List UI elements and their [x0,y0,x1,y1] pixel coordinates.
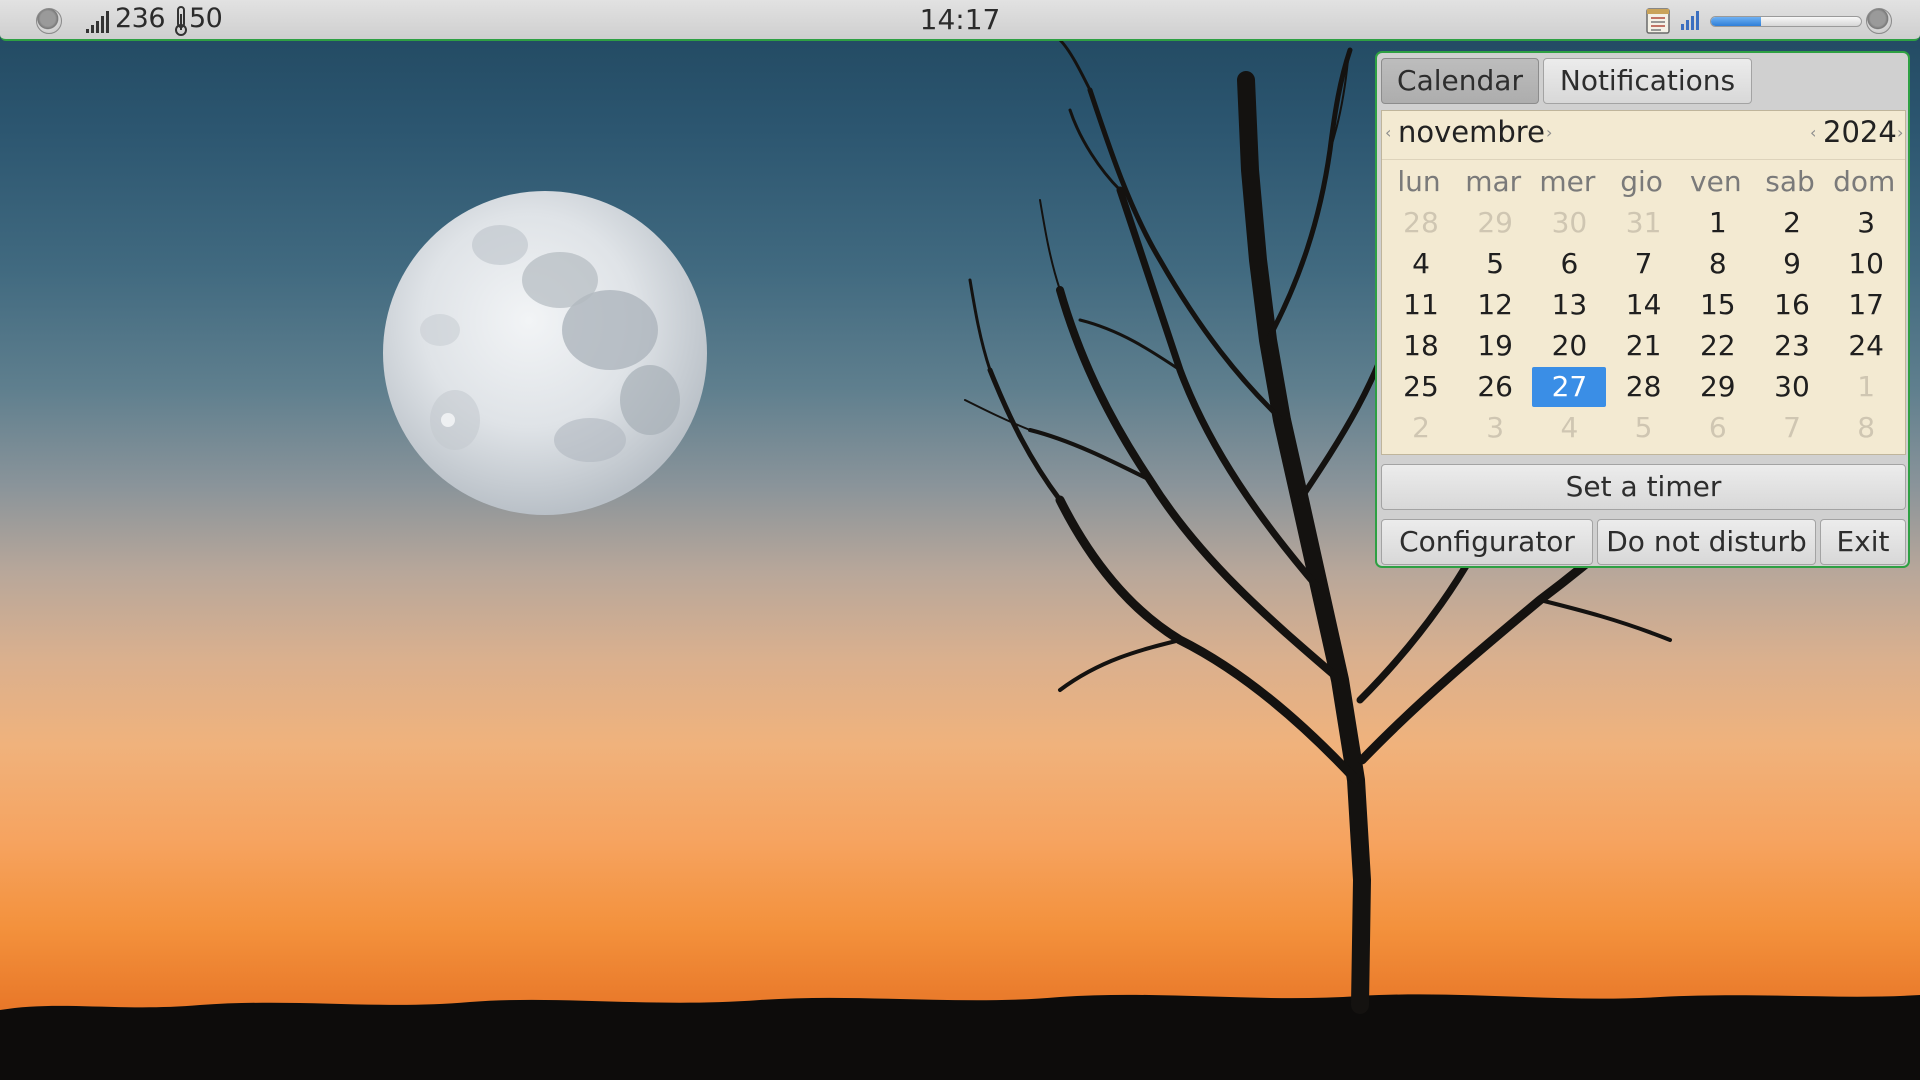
calendar-day[interactable]: 10 [1829,244,1903,284]
calendar-day[interactable]: 5 [1607,408,1681,448]
top-panel: 236 50 14:17 [0,0,1920,41]
calendar-day[interactable]: 15 [1681,285,1755,325]
calendar-day[interactable]: 1 [1829,367,1903,407]
network-signal-icon[interactable] [1680,10,1702,30]
calendar-day[interactable]: 25 [1384,367,1458,407]
calendar-day[interactable]: 2 [1755,203,1829,243]
calendar-day[interactable]: 4 [1532,408,1606,448]
calendar-day[interactable]: 30 [1532,203,1606,243]
next-month-arrow-icon[interactable]: › [1546,123,1552,142]
calendar-day[interactable]: 1 [1681,203,1755,243]
configurator-button[interactable]: Configurator [1381,519,1593,565]
calendar-header: ‹ novembre › ‹ 2024 › [1382,111,1905,159]
calendar-day[interactable]: 24 [1829,326,1903,366]
month-label: novembre [1398,115,1545,149]
exit-button[interactable]: Exit [1820,519,1906,565]
calendar-day[interactable]: 29 [1681,367,1755,407]
calendar-day[interactable]: 28 [1607,367,1681,407]
weekday-label: mar [1465,165,1522,198]
calendar-day[interactable]: 23 [1755,326,1829,366]
calendar-widget: ‹ novembre › ‹ 2024 › lun mar mer gio ven sab… [1381,110,1906,455]
weekday-label: mer [1539,165,1596,198]
weekday-label: ven [1690,165,1742,198]
weekday-label: dom [1833,165,1896,198]
notes-icon[interactable] [1645,7,1671,34]
calendar-day[interactable]: 13 [1532,285,1606,325]
calendar-popup: Calendar Notifications ‹ novembre › ‹ 20… [1375,51,1910,568]
year-label: 2024 [1823,115,1897,149]
calendar-day[interactable]: 3 [1458,408,1532,448]
volume-slider-fill [1711,17,1761,26]
calendar-day[interactable]: 4 [1384,244,1458,284]
tab-calendar[interactable]: Calendar [1381,58,1539,104]
calendar-day[interactable]: 6 [1532,244,1606,284]
power-orb-icon[interactable] [1866,8,1892,34]
moon [383,191,707,515]
prev-month-arrow-icon[interactable]: ‹ [1385,123,1391,142]
do-not-disturb-button[interactable]: Do not disturb [1597,519,1816,565]
calendar-day[interactable]: 27 [1532,367,1607,407]
volume-slider[interactable] [1710,16,1862,27]
weekday-row: lun mar mer gio ven sab dom [1382,165,1905,201]
calendar-day[interactable]: 7 [1755,408,1829,448]
weekday-label: lun [1397,165,1441,198]
set-timer-button[interactable]: Set a timer [1381,464,1906,510]
tab-notifications[interactable]: Notifications [1543,58,1752,104]
menu-orb-icon[interactable] [36,8,62,34]
calendar-day[interactable]: 19 [1458,326,1532,366]
temperature-value: 50 [189,3,223,34]
calendar-day[interactable]: 8 [1681,244,1755,284]
signal-strength-icon [86,11,109,33]
calendar-day[interactable]: 2 [1384,408,1458,448]
calendar-day[interactable]: 22 [1681,326,1755,366]
calendar-day[interactable]: 14 [1607,285,1681,325]
signal-value: 236 [115,3,166,34]
calendar-day[interactable]: 7 [1607,244,1681,284]
calendar-day[interactable]: 17 [1829,285,1903,325]
weekday-label: sab [1765,165,1815,198]
calendar-day[interactable]: 6 [1681,408,1755,448]
calendar-day[interactable]: 31 [1607,203,1681,243]
calendar-day[interactable]: 9 [1755,244,1829,284]
prev-year-arrow-icon[interactable]: ‹ [1810,123,1816,142]
calendar-day[interactable]: 29 [1458,203,1532,243]
thermometer-icon [175,6,187,36]
calendar-day[interactable]: 5 [1458,244,1532,284]
calendar-day[interactable]: 21 [1607,326,1681,366]
calendar-day[interactable]: 8 [1829,408,1903,448]
calendar-divider [1382,159,1905,160]
weekday-label: gio [1620,165,1663,198]
next-year-arrow-icon[interactable]: › [1897,123,1903,142]
calendar-day[interactable]: 12 [1458,285,1532,325]
calendar-day[interactable]: 3 [1829,203,1903,243]
calendar-day[interactable]: 26 [1458,367,1532,407]
calendar-day[interactable]: 16 [1755,285,1829,325]
calendar-day[interactable]: 20 [1532,326,1606,366]
ground-silhouette [0,994,1920,1080]
calendar-day[interactable]: 11 [1384,285,1458,325]
calendar-day[interactable]: 28 [1384,203,1458,243]
calendar-day[interactable]: 30 [1755,367,1829,407]
calendar-day[interactable]: 18 [1384,326,1458,366]
clock[interactable]: 14:17 [900,3,1020,36]
